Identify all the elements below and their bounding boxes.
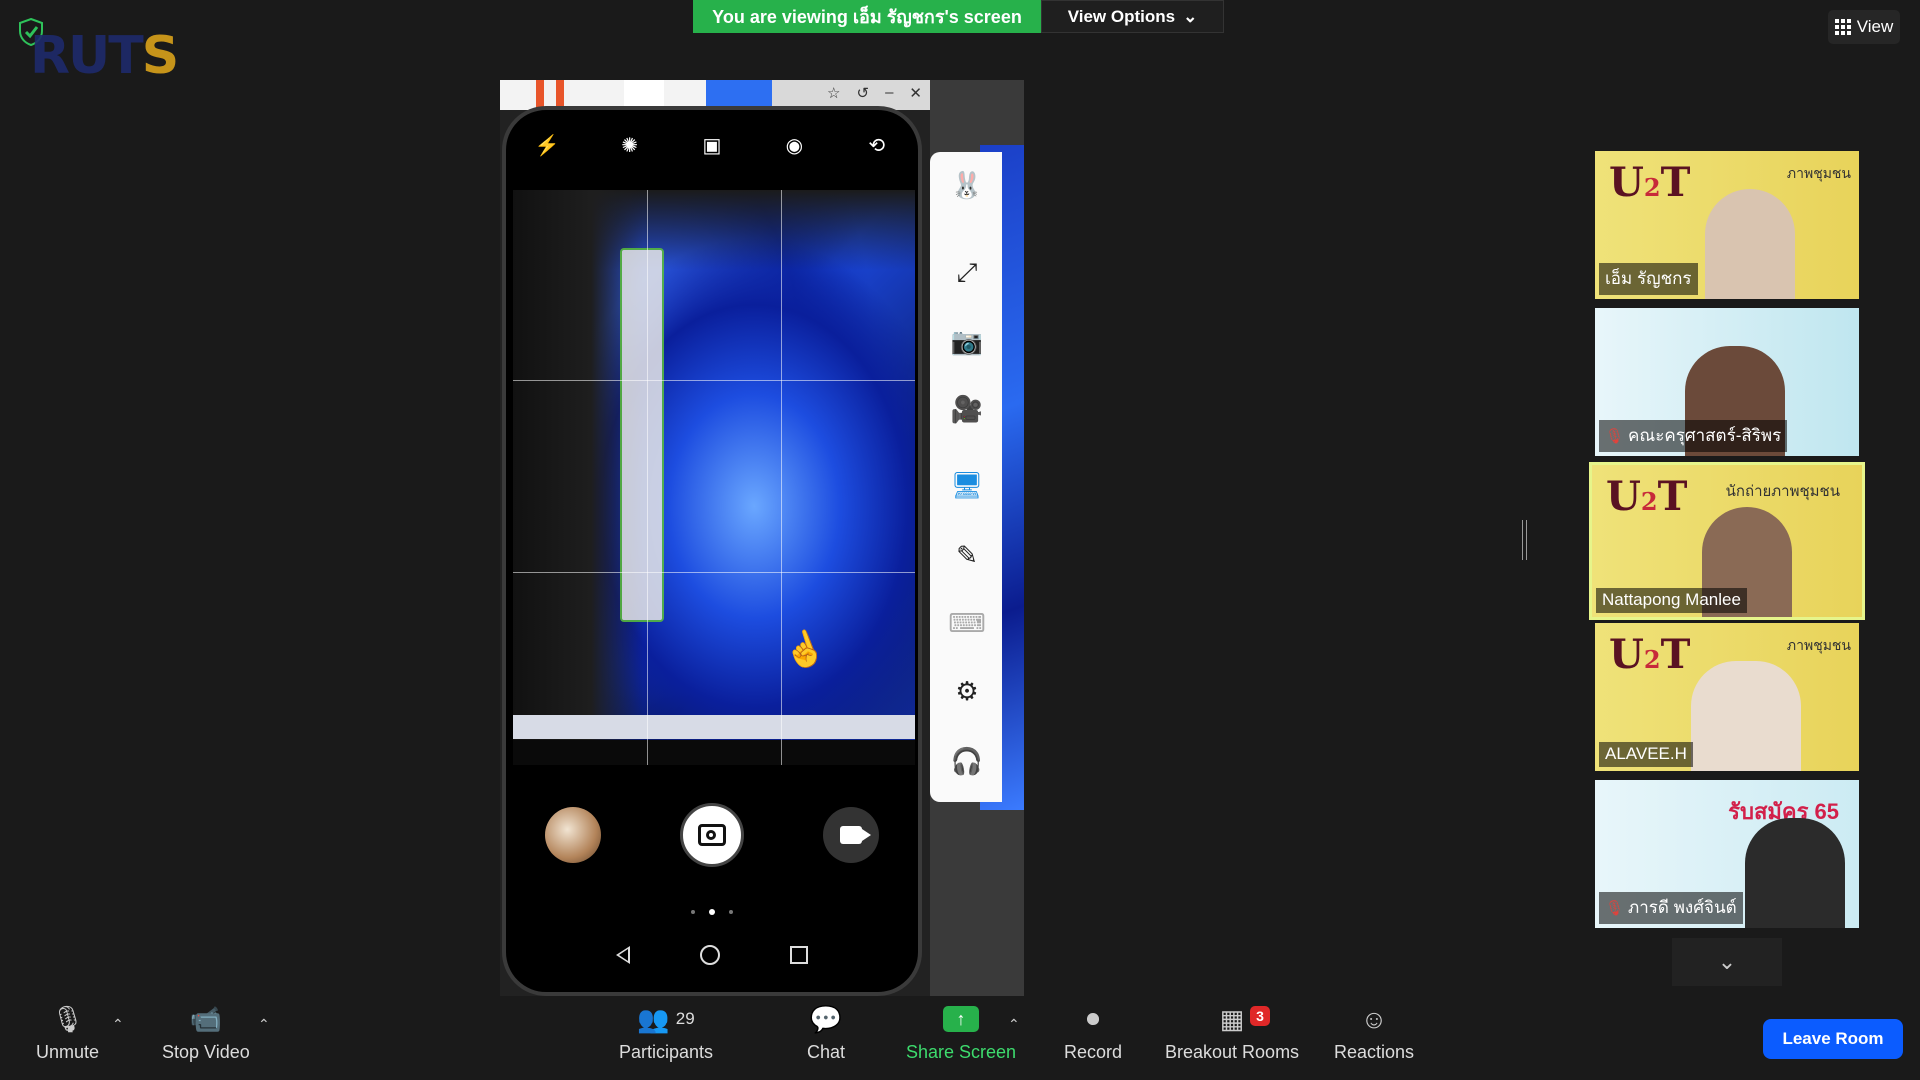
camera-controls (506, 800, 918, 870)
live-icon[interactable]: ◉ (782, 133, 806, 157)
phone-mirror[interactable]: ⚡ ✺ ▣ ◉ ⟲ ☝ (502, 106, 922, 996)
close-icon[interactable]: ✕ (909, 84, 922, 102)
view-options-button[interactable]: View Options ⌄ (1041, 0, 1224, 33)
participant-tile[interactable]: รับสมัคร 65 🎙 ภารดี พงศ์จินต์ (1595, 780, 1859, 928)
hand-cursor-icon: ☝ (777, 624, 831, 676)
participant-name: 🎙 คณะครุศาสตร์-สิริพร (1599, 420, 1788, 452)
participants-label: Participants (619, 1042, 714, 1062)
participant-tile-active-speaker[interactable]: U2T นักถ่ายภาพชุมชน Nattapong Manlee (1589, 462, 1865, 620)
view-label: View (1856, 17, 1894, 36)
participant-name: 🎙 ภารดี พงศ์จินต์ (1599, 892, 1743, 924)
fullscreen-icon[interactable]: ⤢ (950, 256, 984, 290)
camera-viewfinder[interactable]: ☝ (513, 190, 915, 765)
viewing-screen-banner: You are viewing เอ็ม รัญชกร's screen (693, 0, 1041, 33)
pin-icon[interactable]: ☆ (827, 84, 840, 102)
shutter-button[interactable] (679, 803, 744, 867)
leave-room-button[interactable]: Leave Room (1763, 1019, 1903, 1059)
minimize-icon[interactable]: – (885, 84, 893, 102)
reactions-label: Reactions (1334, 1042, 1415, 1062)
record-button[interactable]: ⏺ Record (1064, 1002, 1122, 1063)
participants-button[interactable]: 👥 29 Participants (619, 1002, 713, 1063)
muted-mic-icon: 🎙 (1605, 427, 1625, 445)
u2t-logo: U2T (1609, 631, 1691, 678)
video-mode-button[interactable] (822, 807, 879, 863)
participants-count: 29 (675, 1009, 695, 1028)
u2t-logo: U2T (1609, 159, 1691, 206)
gallery-thumbnail[interactable] (545, 807, 602, 863)
screen-cast-icon[interactable]: 🖥 (950, 468, 984, 502)
participant-name: เอ็ม รัญชกร (1599, 263, 1698, 295)
shared-screen[interactable]: ☆ ↺ – ✕ ⚡ ✺ ▣ ◉ ⟲ ☝ 🐰 ⤢ 📷 🎥 🖥 ✎ ⌨ ⚙ 🎧 (500, 80, 1024, 1000)
participants-icon: 👥 29 (637, 1003, 695, 1034)
record-icon[interactable]: 🎥 (950, 392, 984, 426)
breakout-rooms-label: Breakout Rooms (1165, 1042, 1300, 1062)
keyboard-icon[interactable]: ⌨ (948, 606, 986, 640)
muted-mic-icon: 🎙 (51, 1003, 85, 1034)
chat-label: Chat (807, 1042, 846, 1062)
video-camera-icon (839, 826, 871, 844)
viewing-screen-text: You are viewing เอ็ม รัญชกร's screen (712, 7, 1022, 27)
settings-icon[interactable]: ⚙ (950, 674, 984, 708)
page-indicator (506, 909, 918, 915)
tile-banner-text: นักถ่ายภาพชุมชน (1725, 483, 1840, 500)
record-label: Record (1064, 1042, 1123, 1062)
screenshot-icon[interactable]: 📷 (950, 324, 984, 358)
draw-icon[interactable]: ✎ (950, 538, 984, 572)
stop-video-label: Stop Video (162, 1042, 250, 1062)
share-screen-label: Share Screen (906, 1042, 1017, 1062)
home-icon[interactable] (700, 945, 720, 965)
view-button[interactable]: View (1828, 10, 1900, 44)
chevron-down-icon: ⌄ (1717, 949, 1737, 974)
muted-mic-icon: 🎙 (1605, 899, 1625, 917)
share-screen-icon: ↑ (943, 1002, 980, 1036)
chat-button[interactable]: 💬 Chat (807, 1002, 845, 1063)
portrait-icon[interactable]: ▣ (700, 133, 724, 157)
aperture-icon[interactable]: ✺ (618, 133, 642, 157)
stop-video-button[interactable]: 📹 Stop Video (162, 1002, 250, 1063)
audio-options-caret-icon[interactable]: ⌃ (112, 1016, 124, 1033)
chevron-down-icon: ⌄ (1183, 6, 1198, 26)
participant-name: Nattapong Manlee (1596, 588, 1747, 613)
record-icon: ⏺ (1086, 1003, 1100, 1033)
camera-icon (697, 824, 726, 846)
gallery-scroll-down-button[interactable]: ⌄ (1672, 938, 1782, 986)
breakout-rooms-button[interactable]: ▦ Breakout Rooms (1165, 1002, 1299, 1063)
participant-tile[interactable]: U2T ภาพชุมชน เอ็ม รัญชกร (1595, 151, 1859, 299)
switch-camera-icon[interactable]: ⟲ (865, 133, 889, 157)
view-options-label: View Options (1067, 6, 1176, 26)
video-options-caret-icon[interactable]: ⌃ (258, 1016, 270, 1033)
u2t-logo: U2T (1606, 473, 1688, 520)
history-icon[interactable]: ↺ (857, 84, 870, 102)
share-options-caret-icon[interactable]: ⌃ (1008, 1016, 1020, 1033)
support-icon[interactable]: 🎧 (950, 744, 984, 778)
participant-tile[interactable]: U2T ภาพชุมชน ALAVEE.H (1595, 623, 1859, 771)
rutS-logo: RUTS (30, 26, 179, 86)
grid-view-icon (1834, 19, 1851, 35)
unmute-button[interactable]: 🎙 Unmute (36, 1002, 99, 1063)
reactions-button[interactable]: ☺ Reactions (1334, 1002, 1414, 1063)
meeting-toolbar: 🎙 Unmute ⌃ 📹 Stop Video ⌃ 👥 29 Participan… (0, 996, 1920, 1080)
participant-tile[interactable]: 🎙 คณะครุศาสตร์-สิริพร (1595, 308, 1859, 456)
mirror-side-panel: 🐰 ⤢ 📷 🎥 🖥 ✎ ⌨ ⚙ 🎧 (930, 152, 1002, 802)
flash-icon[interactable]: ⚡ (535, 133, 560, 157)
participant-name: ALAVEE.H (1599, 742, 1693, 767)
back-icon[interactable] (616, 946, 630, 964)
breakout-rooms-icon: ▦ (1219, 1003, 1245, 1034)
unmute-label: Unmute (36, 1042, 100, 1062)
leave-room-label: Leave Room (1782, 1029, 1884, 1048)
reactions-icon: ☺ (1360, 1003, 1388, 1034)
android-nav-bar (506, 945, 918, 965)
chat-icon: 💬 (809, 1003, 843, 1034)
share-screen-button[interactable]: ↑ Share Screen (906, 1002, 1016, 1063)
video-camera-icon: 📹 (189, 1003, 223, 1034)
mascot-icon[interactable]: 🐰 (950, 168, 984, 202)
recents-icon[interactable] (790, 946, 808, 964)
tile-banner-text: ภาพชุมชน (1786, 637, 1851, 653)
tile-banner-text: ภาพชุมชน (1786, 165, 1851, 181)
camera-top-bar: ⚡ ✺ ▣ ◉ ⟲ (506, 110, 918, 170)
breakout-rooms-badge: 3 (1250, 1006, 1270, 1026)
panel-splitter[interactable] (1522, 520, 1527, 560)
